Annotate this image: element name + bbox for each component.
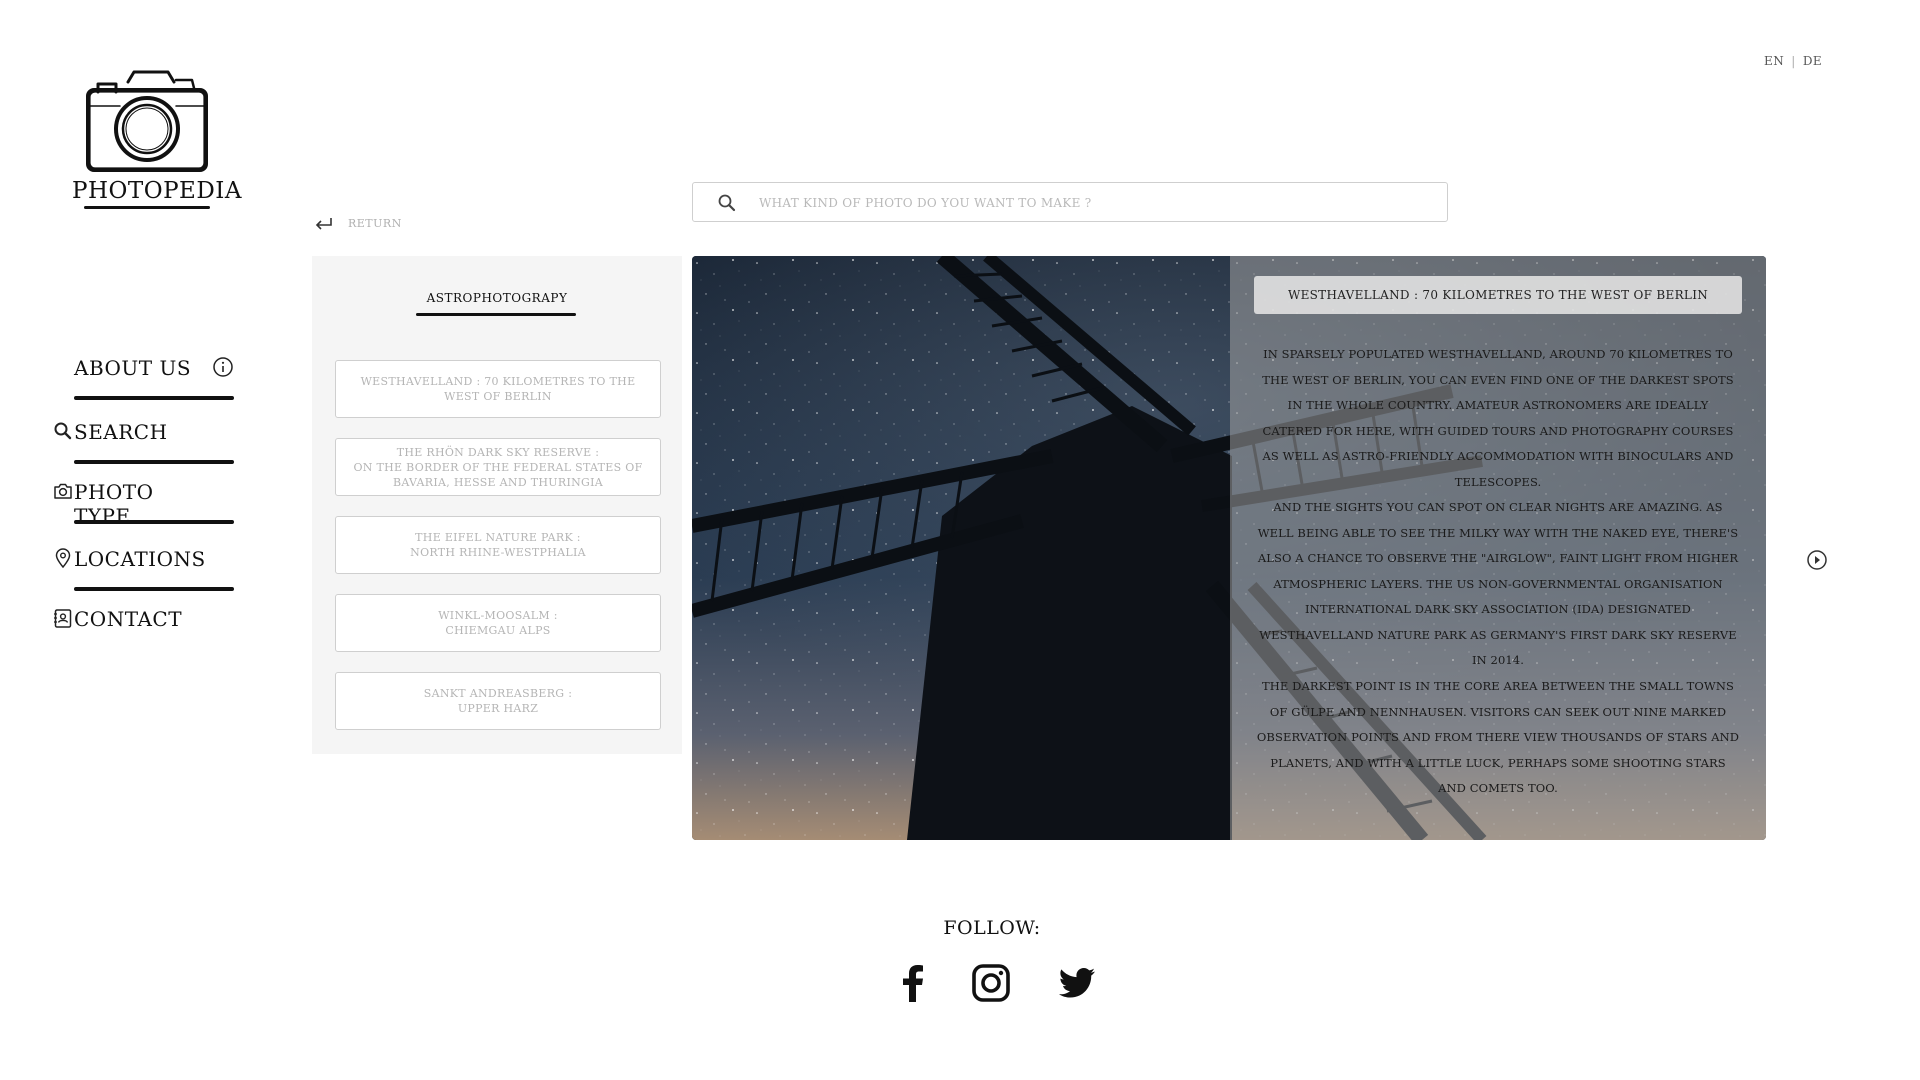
nav-item-label: LOCATIONS: [74, 547, 206, 571]
panel-title: ASTROPHOTOGRAPY: [426, 291, 568, 305]
search-icon: [718, 194, 736, 212]
location-button-label: WINKL-MOOSALM : CHIEMGAU ALPS: [438, 609, 558, 637]
return-arrow-icon: [315, 218, 332, 230]
location-panel: ASTROPHOTOGRAPY WESTHAVELLAND : 70 KILOM…: [312, 256, 682, 754]
logo-text: PHOTOPEDIA: [72, 178, 242, 204]
location-button-westhavelland[interactable]: WESTHAVELLAND : 70 KILOMETRES TO THE WES…: [335, 360, 661, 418]
panel-title-underline: [416, 313, 576, 316]
side-nav: ABOUT US SEARCH PHOTO TYPE LOCATIONS CON…: [54, 352, 234, 631]
logo[interactable]: PHOTOPEDIA: [72, 70, 242, 209]
facebook-icon[interactable]: [892, 962, 934, 1004]
nav-item-label: ABOUT US: [74, 356, 192, 380]
camera-logo-icon: [86, 70, 208, 172]
nav-divider: [74, 460, 234, 464]
instagram-icon[interactable]: [970, 962, 1012, 1004]
info-paragraph-2: And the sights you can spot on clear nig…: [1257, 500, 1739, 667]
nav-item-label: CONTACT: [74, 607, 183, 631]
lang-separator: |: [1791, 54, 1796, 68]
location-button-label: SANKT ANDREASBERG : UPPER HARZ: [423, 687, 573, 715]
location-button-eifel[interactable]: THE EIFEL NATURE PARK : NORTH RHINE-WEST…: [335, 516, 661, 574]
search-icon: [54, 422, 72, 440]
location-button-rhoen[interactable]: THE RHÖN DARK SKY RESERVE : ON THE BORDE…: [335, 438, 661, 496]
info-paragraph-3: The darkest point is in the core area be…: [1256, 679, 1740, 795]
location-pin-icon: [55, 548, 71, 569]
location-button-label: WESTHAVELLAND : 70 KILOMETRES TO THE WES…: [360, 375, 636, 403]
contact-card-icon: [54, 609, 72, 628]
nav-divider: [74, 520, 234, 524]
info-paragraph-1: In sparsely populated Westhavelland, aro…: [1262, 347, 1734, 489]
location-button-winkl-moosalm[interactable]: WINKL-MOOSALM : CHIEMGAU ALPS: [335, 594, 661, 652]
lang-en-link[interactable]: EN: [1764, 54, 1784, 68]
search-bar: [692, 182, 1448, 222]
nav-item-label: SEARCH: [74, 420, 168, 444]
info-icon: [213, 357, 233, 377]
location-button-label: THE EIFEL NATURE PARK : NORTH RHINE-WEST…: [410, 531, 586, 559]
lang-de-link[interactable]: DE: [1803, 54, 1822, 68]
location-button-label: THE RHÖN DARK SKY RESERVE : ON THE BORDE…: [353, 445, 643, 489]
nav-divider: [74, 396, 234, 400]
search-input[interactable]: [759, 191, 1419, 215]
follow-label: FOLLOW:: [943, 917, 1041, 939]
logo-underline: [84, 206, 210, 209]
location-button-sankt-andreasberg[interactable]: SANKT ANDREASBERG : UPPER HARZ: [335, 672, 661, 730]
info-overlay: WESTHAVELLAND : 70 KILOMETRES TO THE WES…: [1230, 256, 1766, 840]
twitter-icon[interactable]: [1056, 962, 1098, 1004]
nav-divider: [74, 587, 234, 591]
return-button[interactable]: RETURN: [314, 213, 402, 233]
location-detail-card: WESTHAVELLAND : 70 KILOMETRES TO THE WES…: [692, 256, 1766, 840]
nav-item-about-us[interactable]: ABOUT US: [74, 352, 234, 414]
info-title: WESTHAVELLAND : 70 KILOMETRES TO THE WES…: [1254, 276, 1742, 314]
next-arrow-icon[interactable]: [1806, 549, 1828, 571]
return-label: RETURN: [348, 216, 402, 230]
camera-icon: [54, 483, 72, 499]
language-switch: EN | DE: [1764, 54, 1822, 68]
